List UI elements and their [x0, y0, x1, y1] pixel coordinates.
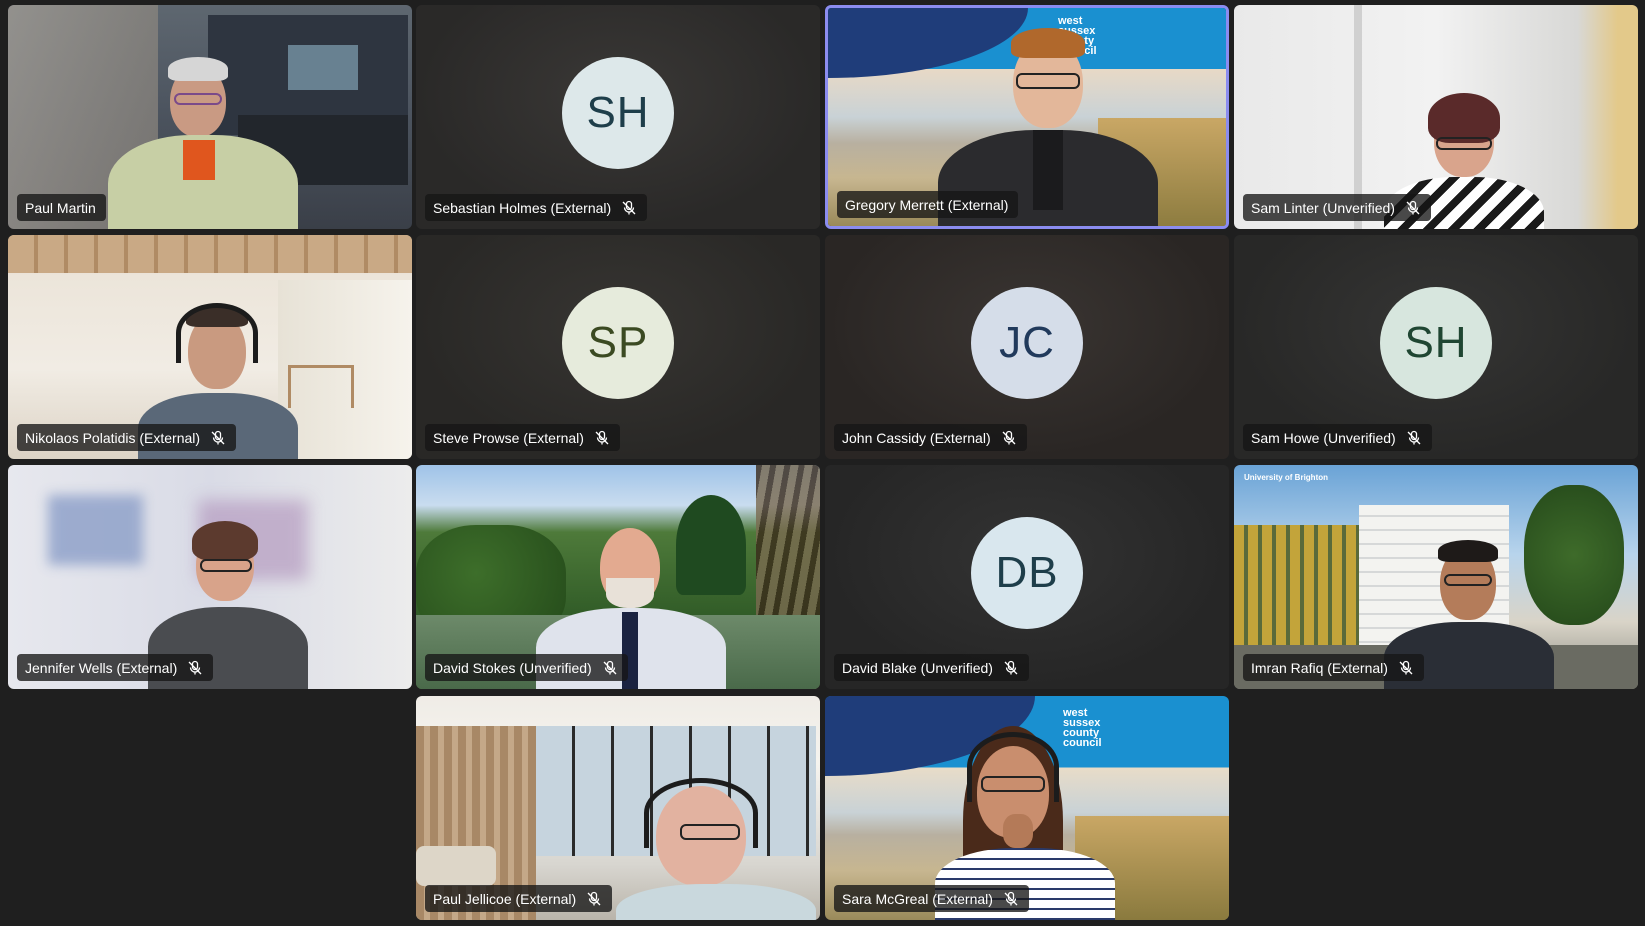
- mic-off-icon: [621, 200, 637, 216]
- participant-tile-sebastian-holmes[interactable]: SH Sebastian Holmes (External): [416, 5, 820, 229]
- participant-name: Sam Linter (Unverified): [1251, 199, 1395, 216]
- participant-name: Sam Howe (Unverified): [1251, 429, 1396, 446]
- participant-nameplate: Sebastian Holmes (External): [425, 194, 648, 221]
- participant-name: Steve Prowse (External): [433, 429, 584, 446]
- participant-nameplate: Steve Prowse (External): [425, 424, 620, 451]
- participant-name: Sara McGreal (External): [842, 890, 993, 907]
- mic-off-icon: [586, 891, 602, 907]
- participant-nameplate: John Cassidy (External): [834, 424, 1027, 451]
- participant-name: Paul Martin: [25, 199, 96, 216]
- avatar-initials: SH: [586, 88, 650, 137]
- avatar-initials: DB: [995, 548, 1059, 597]
- avatar: JC: [971, 287, 1083, 399]
- participant-tile-john-cassidy[interactable]: JC John Cassidy (External): [825, 235, 1229, 459]
- participant-tile-david-stokes[interactable]: David Stokes (Unverified): [416, 465, 820, 689]
- participant-name: Imran Rafiq (External): [1251, 659, 1388, 676]
- participant-name: David Blake (Unverified): [842, 659, 993, 676]
- participant-tile-david-blake[interactable]: DB David Blake (Unverified): [825, 465, 1229, 689]
- mic-off-icon: [1003, 891, 1019, 907]
- participant-name: David Stokes (Unverified): [433, 659, 592, 676]
- mic-off-icon: [187, 660, 203, 676]
- participant-nameplate: Paul Jellicoe (External): [425, 885, 613, 912]
- mic-off-icon: [1001, 430, 1017, 446]
- participant-tile-paul-jellicoe[interactable]: Paul Jellicoe (External): [416, 696, 820, 920]
- participant-nameplate: Sam Linter (Unverified): [1243, 194, 1431, 221]
- participant-tile-jennifer-wells[interactable]: Jennifer Wells (External): [8, 465, 412, 689]
- mic-off-icon: [594, 430, 610, 446]
- mic-off-icon: [1003, 660, 1019, 676]
- participant-nameplate: Paul Martin: [17, 194, 106, 221]
- mic-off-icon: [1406, 430, 1422, 446]
- participant-tile-paul-martin[interactable]: Paul Martin: [8, 5, 412, 229]
- meeting-gallery: Paul Martin SH Sebastian Holmes (Externa…: [0, 0, 1645, 926]
- avatar-initials: SH: [1404, 318, 1468, 367]
- avatar-initials: JC: [999, 318, 1055, 367]
- avatar: SH: [562, 57, 674, 169]
- mic-off-icon: [1398, 660, 1414, 676]
- participant-name: Sebastian Holmes (External): [433, 199, 612, 216]
- participant-tile-imran-rafiq[interactable]: University of Brighton Imran Rafiq (Exte…: [1234, 465, 1638, 689]
- participant-tile-nikolaos-polatidis[interactable]: Nikolaos Polatidis (External): [8, 235, 412, 459]
- participant-nameplate: Imran Rafiq (External): [1243, 654, 1424, 681]
- participant-nameplate: Jennifer Wells (External): [17, 654, 214, 681]
- avatar: SH: [1380, 287, 1492, 399]
- participant-tile-sam-linter[interactable]: Sam Linter (Unverified): [1234, 5, 1638, 229]
- participant-tile-steve-prowse[interactable]: SP Steve Prowse (External): [416, 235, 820, 459]
- participant-nameplate: Gregory Merrett (External): [837, 191, 1019, 218]
- participant-tile-sam-howe[interactable]: SH Sam Howe (Unverified): [1234, 235, 1638, 459]
- participant-name: Gregory Merrett (External): [845, 196, 1009, 213]
- mic-off-icon: [1405, 200, 1421, 216]
- participant-name: Nikolaos Polatidis (External): [25, 429, 201, 446]
- avatar-initials: SP: [587, 318, 649, 367]
- participant-nameplate: Sam Howe (Unverified): [1243, 424, 1432, 451]
- participant-name: Jennifer Wells (External): [25, 659, 178, 676]
- participant-nameplate: Sara McGreal (External): [834, 885, 1029, 912]
- avatar: DB: [971, 517, 1083, 629]
- mic-off-icon: [210, 430, 226, 446]
- avatar: SP: [562, 287, 674, 399]
- mic-off-icon: [602, 660, 618, 676]
- participant-tile-sara-mcgreal[interactable]: west sussex county council Sara McGreal (Ex…: [825, 696, 1229, 920]
- university-logo: University of Brighton: [1244, 473, 1329, 482]
- participant-name: John Cassidy (External): [842, 429, 991, 446]
- participant-nameplate: Nikolaos Polatidis (External): [17, 424, 237, 451]
- participant-nameplate: David Stokes (Unverified): [425, 654, 628, 681]
- participant-tile-gregory-merrett[interactable]: westsussexcountycouncil Gregory Merrett …: [825, 5, 1229, 229]
- participant-name: Paul Jellicoe (External): [433, 890, 577, 907]
- participant-nameplate: David Blake (Unverified): [834, 654, 1029, 681]
